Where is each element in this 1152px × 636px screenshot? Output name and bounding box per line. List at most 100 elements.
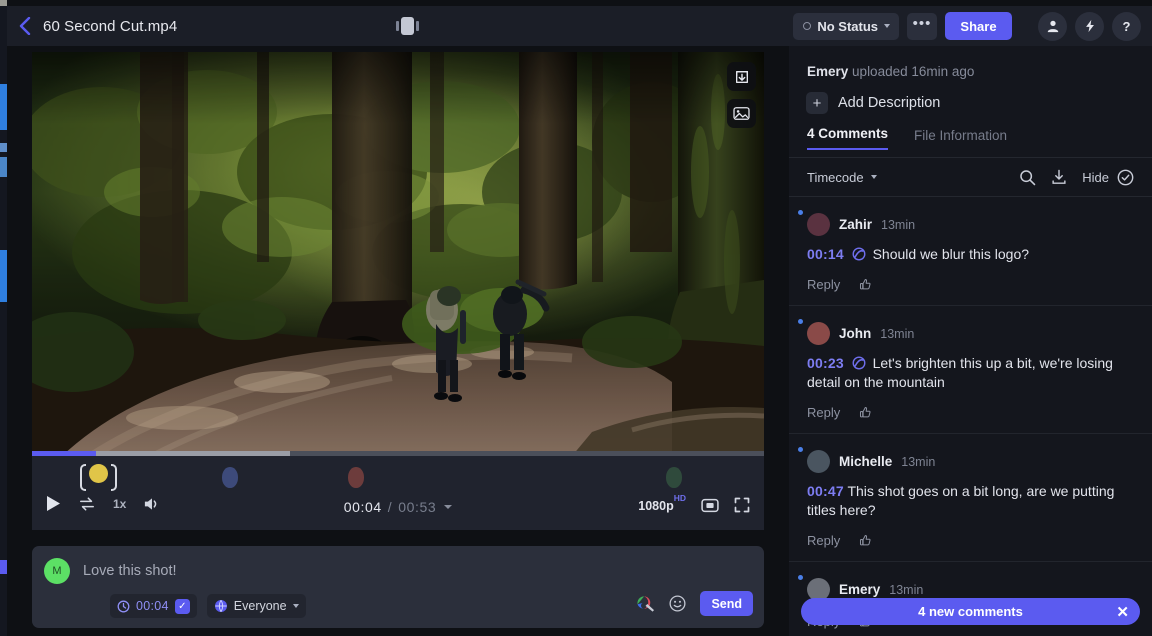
comment-item[interactable]: John 13min 00:23 Let's brighten this up a …	[789, 306, 1152, 434]
comment-composer[interactable]: M Love this shot! 00:04 ✓ Everyone Send	[32, 546, 764, 628]
back-button[interactable]	[7, 17, 41, 35]
comment-header: Zahir 13min	[807, 213, 1134, 236]
search-icon	[1020, 169, 1036, 185]
share-button[interactable]: Share	[945, 12, 1012, 40]
download-video-button[interactable]	[727, 62, 756, 91]
close-icon[interactable]: ✕	[1116, 603, 1129, 621]
edge-accent-bar-2	[0, 143, 7, 152]
comment-timecode[interactable]: 00:23	[807, 355, 844, 371]
chevron-down-icon	[292, 604, 299, 608]
compare-versions-icon	[396, 17, 419, 35]
person-icon	[1047, 20, 1058, 33]
thumbs-up-icon	[860, 278, 871, 290]
account-button[interactable]	[1038, 11, 1067, 41]
status-dropdown[interactable]: No Status	[793, 12, 899, 40]
audience-label: Everyone	[233, 599, 287, 613]
emoji-icon	[669, 595, 686, 612]
image-icon	[733, 107, 750, 120]
hide-label: Hide	[1082, 169, 1109, 185]
unread-indicator	[798, 575, 803, 580]
new-comments-banner[interactable]: 4 new comments ✕	[801, 598, 1140, 625]
left-edge-panel	[0, 0, 7, 636]
like-button[interactable]	[859, 534, 872, 547]
timecode-value: 00:04	[136, 599, 169, 613]
player-controls: 1x 00:04 / 00:53 1080pHD	[32, 493, 764, 530]
sort-dropdown[interactable]: Timecode	[807, 170, 877, 185]
emoji-button[interactable]	[669, 595, 686, 612]
comment-header: Michelle 13min	[807, 450, 1134, 473]
avatar	[807, 213, 830, 236]
download-icon	[735, 70, 748, 83]
reply-button[interactable]: Reply	[807, 277, 840, 292]
marker-zahir[interactable]	[79, 464, 117, 491]
video-overlay-buttons	[727, 62, 756, 128]
marker-bracket-right	[110, 464, 117, 491]
quality-selector[interactable]: 1080pHD	[638, 493, 686, 513]
composer-input-row: M Love this shot!	[44, 558, 177, 584]
comment-actions: Reply	[807, 533, 1134, 548]
activity-button[interactable]	[1075, 11, 1104, 41]
marker-avatar	[222, 467, 239, 488]
more-options-button[interactable]: •••	[907, 12, 937, 40]
tab-file-information[interactable]: File Information	[914, 128, 1007, 150]
comment-author: Emery	[839, 582, 881, 597]
composer-actions: Send	[636, 591, 753, 616]
pip-button[interactable]	[701, 498, 719, 513]
thumbnail-button[interactable]	[727, 99, 756, 128]
comment-item[interactable]: Michelle 13min 00:47 This shot goes on a b…	[789, 434, 1152, 562]
picture-in-picture-icon	[701, 498, 719, 512]
comment-timecode[interactable]: 00:47	[807, 483, 844, 499]
timecode-toggle[interactable]: 00:04 ✓	[110, 594, 197, 618]
sort-label: Timecode	[807, 169, 864, 185]
upload-time: uploaded 16min ago	[852, 64, 975, 79]
download-comments-button[interactable]	[1051, 169, 1067, 185]
globe-icon	[214, 599, 227, 613]
tab-comments[interactable]: 4 Comments	[807, 126, 889, 150]
uploader-name: Emery	[807, 64, 849, 79]
comment-actions: Reply	[807, 405, 1134, 420]
chevron-left-icon	[19, 17, 30, 35]
marker-avatar	[665, 467, 682, 488]
progress-played	[32, 451, 97, 456]
compare-versions-button[interactable]	[396, 17, 419, 35]
marker-emery[interactable]	[665, 467, 682, 488]
current-time: 00:04	[343, 499, 382, 515]
comment-author: Michelle	[839, 454, 893, 469]
comment-item[interactable]: Zahir 13min 00:14 Should we blur this logo…	[789, 197, 1152, 306]
comment-input[interactable]: Love this shot!	[83, 563, 177, 579]
search-comments-button[interactable]	[1019, 169, 1036, 186]
checkbox-checked-icon[interactable]: ✓	[174, 598, 190, 614]
comment-time: 13min	[901, 454, 936, 469]
marker-john[interactable]	[222, 467, 239, 488]
edge-accent-bar-5	[0, 560, 7, 574]
reply-button[interactable]: Reply	[807, 533, 840, 548]
avatar	[807, 322, 830, 345]
reply-button[interactable]: Reply	[807, 405, 840, 420]
audience-selector[interactable]: Everyone	[206, 594, 306, 618]
edge-accent-bar-1	[0, 84, 7, 130]
chevron-down-icon[interactable]	[444, 505, 453, 509]
progress-bar[interactable]	[32, 451, 764, 456]
hide-toggle[interactable]: Hide	[1082, 169, 1134, 186]
add-description-button[interactable]: + Add Description	[806, 92, 940, 114]
send-button[interactable]: Send	[700, 591, 753, 616]
comment-text: This shot goes on a bit long, are we put…	[807, 483, 1115, 518]
edge-accent-bar-4	[0, 250, 7, 302]
draw-button[interactable]	[636, 595, 655, 613]
check-circle-icon	[1117, 169, 1134, 185]
fullscreen-icon	[734, 497, 750, 513]
comment-body: 00:47 This shot goes on a bit long, are …	[807, 482, 1134, 520]
comment-list[interactable]: Zahir 13min 00:14 Should we blur this logo…	[789, 197, 1152, 636]
marker-michelle[interactable]	[348, 467, 364, 488]
comment-timecode[interactable]: 00:14	[807, 246, 844, 262]
help-button[interactable]: ?	[1112, 11, 1141, 41]
comments-toolbar-actions: Hide	[1019, 169, 1134, 186]
like-button[interactable]	[859, 406, 872, 419]
fullscreen-button[interactable]	[734, 497, 750, 513]
like-button[interactable]	[859, 278, 872, 291]
video-frame[interactable]	[32, 52, 764, 456]
status-dot-icon	[803, 22, 812, 30]
total-time: 00:53	[398, 499, 437, 515]
top-bar: 60 Second Cut.mp4 No Status ••• Share ?	[7, 6, 1152, 46]
edge-accent-bar-3	[0, 157, 7, 177]
